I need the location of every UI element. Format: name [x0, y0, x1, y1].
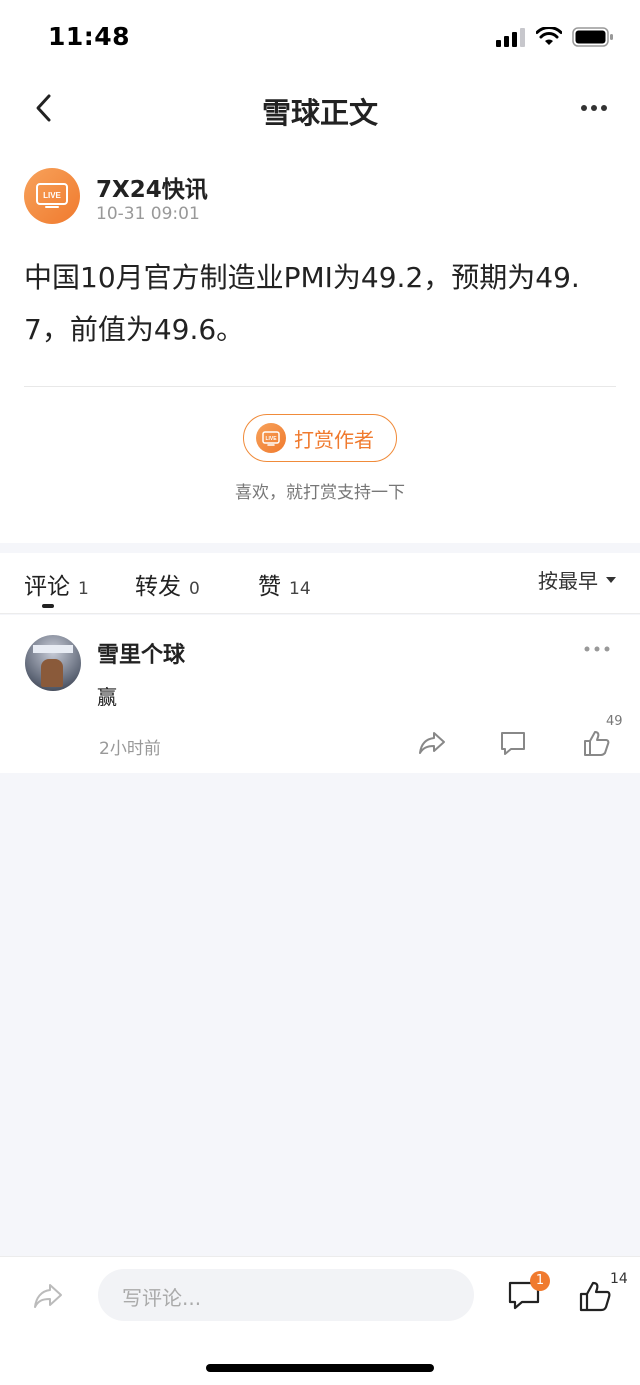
- author-header[interactable]: LIVE 7X24快讯 10-31 09:01: [24, 168, 616, 228]
- signal-icon: [496, 28, 525, 47]
- caret-down-icon: [606, 576, 616, 583]
- author-avatar[interactable]: LIVE: [24, 168, 80, 224]
- comment-share-button[interactable]: [414, 725, 450, 761]
- comment-item: 雪里个球 赢 2小时前 49: [0, 615, 640, 773]
- post-body: 中国10月官方制造业PMI为49.2，预期为49.7，前值为49.6。: [24, 261, 580, 346]
- share-button[interactable]: [32, 1281, 64, 1315]
- reward-button[interactable]: LIVE 打赏作者: [243, 414, 397, 462]
- thumbs-up-icon: [579, 1281, 611, 1312]
- nav-bar: 雪球正文: [0, 76, 640, 142]
- sort-dropdown[interactable]: 按最早: [538, 565, 618, 594]
- tab-count: 14: [289, 579, 311, 599]
- sort-label: 按最早: [538, 569, 598, 593]
- more-icon: [584, 646, 610, 652]
- status-bar: 11:48: [0, 0, 640, 76]
- comment-reply-button[interactable]: [495, 725, 531, 761]
- tab-count: 1: [78, 579, 89, 599]
- live-tv-icon: LIVE: [36, 183, 68, 208]
- comment-text: 赢: [97, 685, 117, 709]
- reward-icon: LIVE: [256, 423, 286, 453]
- live-tv-icon: LIVE: [262, 430, 280, 446]
- reward-live-text: LIVE: [265, 436, 277, 442]
- divider: [24, 386, 616, 387]
- commenter-name[interactable]: 雪里个球: [97, 637, 185, 669]
- comment-more-button[interactable]: [584, 637, 610, 656]
- comment-input-placeholder: 写评论...: [122, 1286, 202, 1310]
- avatar-photo-banner: [33, 645, 73, 653]
- tab-count: 0: [189, 579, 200, 599]
- tab-bar: 评论 1 转发 0 赞 14 按最早: [0, 553, 640, 614]
- status-time: 11:48: [48, 22, 131, 51]
- like-count: 14: [610, 1271, 628, 1287]
- tab-label: 赞: [258, 574, 281, 600]
- author-name[interactable]: 7X24快讯: [96, 170, 208, 204]
- tab-reposts[interactable]: 转发 0: [135, 567, 200, 601]
- reward-label: 打赏作者: [294, 427, 374, 452]
- comment-time: 2小时前: [99, 739, 161, 759]
- tab-comments[interactable]: 评论 1: [24, 567, 89, 601]
- comment-input[interactable]: 写评论...: [98, 1269, 474, 1321]
- tab-label: 转发: [135, 574, 181, 600]
- more-button[interactable]: [572, 90, 616, 126]
- comment-like-button[interactable]: [578, 725, 614, 761]
- share-icon: [419, 732, 445, 754]
- comment-like-count: 49: [606, 714, 623, 729]
- reward-subtitle: 喜欢，就打赏支持一下: [235, 483, 405, 503]
- comment-icon: [501, 732, 525, 755]
- home-indicator: [206, 1364, 434, 1372]
- share-icon: [34, 1284, 62, 1308]
- like-button[interactable]: [578, 1279, 612, 1317]
- battery-icon: [572, 27, 613, 47]
- post-time: 10-31 09:01: [96, 204, 200, 224]
- commenter-avatar[interactable]: [25, 635, 81, 691]
- avatar-live-text: LIVE: [43, 191, 61, 200]
- wifi-icon: [536, 27, 562, 45]
- status-icons: [496, 26, 614, 48]
- active-tab-indicator: [42, 604, 54, 608]
- comment-count-badge: 1: [530, 1271, 550, 1291]
- tab-likes[interactable]: 赞 14: [258, 567, 311, 601]
- thumbs-up-icon: [584, 731, 610, 756]
- avatar-photo-figure: [41, 659, 63, 687]
- more-icon: [581, 105, 607, 111]
- tab-label: 评论: [24, 574, 70, 600]
- page-title: 雪球正文: [261, 96, 378, 130]
